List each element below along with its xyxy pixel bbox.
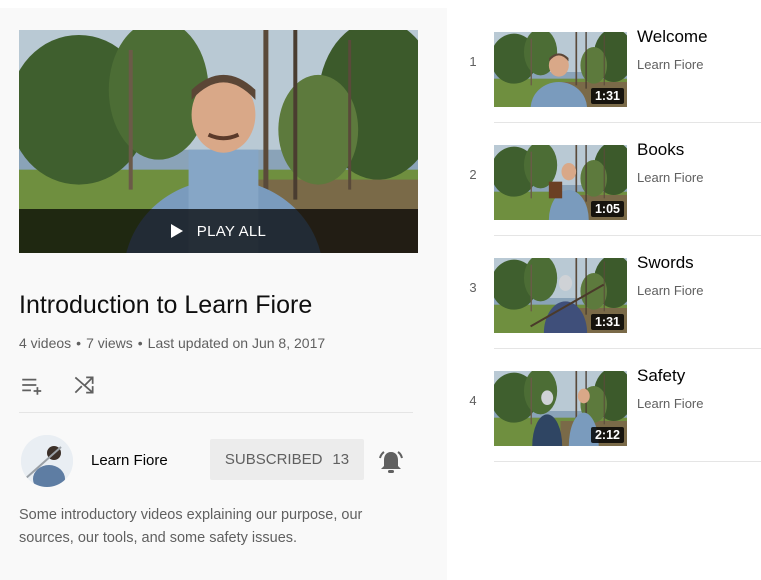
video-index: 1 — [469, 54, 477, 69]
playlist-video-item[interactable]: 3 1:31 Swords Learn Fiore — [466, 236, 761, 349]
video-title[interactable]: Welcome — [637, 27, 708, 47]
playlist-stats: 4 videos • 7 views • Last updated on Jun 8, … — [19, 335, 325, 351]
subscribe-label: SUBSCRIBED — [224, 451, 323, 468]
video-thumbnail[interactable]: 2:12 — [494, 371, 627, 446]
video-index: 3 — [469, 280, 477, 295]
notification-bell-icon[interactable] — [377, 449, 405, 475]
divider — [19, 412, 413, 413]
play-icon — [170, 224, 183, 238]
video-channel[interactable]: Learn Fiore — [637, 283, 703, 298]
playlist-actions — [19, 372, 97, 398]
avatar-image — [21, 435, 73, 487]
video-channel[interactable]: Learn Fiore — [637, 396, 703, 411]
video-duration: 1:05 — [590, 201, 624, 217]
play-all-button[interactable]: PLAY ALL — [19, 209, 418, 253]
add-to-queue-icon[interactable] — [19, 372, 45, 398]
channel-avatar[interactable] — [21, 435, 73, 487]
playlist-hero-thumbnail[interactable]: PLAY ALL — [19, 30, 418, 253]
video-title[interactable]: Books — [637, 140, 684, 160]
playlist-video-item[interactable]: 1 1:31 Welcome Learn Fiore — [466, 10, 761, 123]
video-index: 4 — [469, 393, 477, 408]
video-channel[interactable]: Learn Fiore — [637, 57, 703, 72]
video-thumbnail[interactable]: 1:31 — [494, 32, 627, 107]
video-index: 2 — [469, 167, 477, 182]
subscriber-count: 13 — [332, 451, 350, 468]
view-count: 7 views — [86, 335, 133, 351]
shuffle-icon[interactable] — [71, 372, 97, 398]
playlist-video-item[interactable]: 2 1:05 Books Learn Fiore — [466, 123, 761, 236]
video-thumbnail[interactable]: 1:31 — [494, 258, 627, 333]
subscribed-button[interactable]: SUBSCRIBED 13 — [210, 439, 364, 480]
video-thumbnail[interactable]: 1:05 — [494, 145, 627, 220]
playlist-title: Introduction to Learn Fiore — [19, 291, 313, 319]
video-count: 4 videos — [19, 335, 72, 351]
playlist-description: Some introductory videos explaining our … — [19, 507, 363, 546]
last-updated: Last updated on Jun 8, 2017 — [147, 335, 326, 351]
video-duration: 1:31 — [590, 88, 624, 104]
video-title[interactable]: Swords — [637, 253, 694, 273]
play-all-label: PLAY ALL — [196, 222, 267, 240]
video-duration: 2:12 — [590, 427, 624, 443]
video-channel[interactable]: Learn Fiore — [637, 170, 703, 185]
stats-separator: • — [76, 335, 82, 351]
playlist-video-item[interactable]: 4 2:12 Safety Learn Fiore — [466, 349, 761, 462]
channel-name[interactable]: Learn Fiore — [91, 452, 168, 469]
playlist-sidebar: PLAY ALL Introduction to Learn Fiore 4 v… — [0, 8, 447, 580]
video-duration: 1:31 — [590, 314, 624, 330]
divider — [494, 461, 761, 462]
video-title[interactable]: Safety — [637, 366, 685, 386]
stats-separator: • — [137, 335, 143, 351]
